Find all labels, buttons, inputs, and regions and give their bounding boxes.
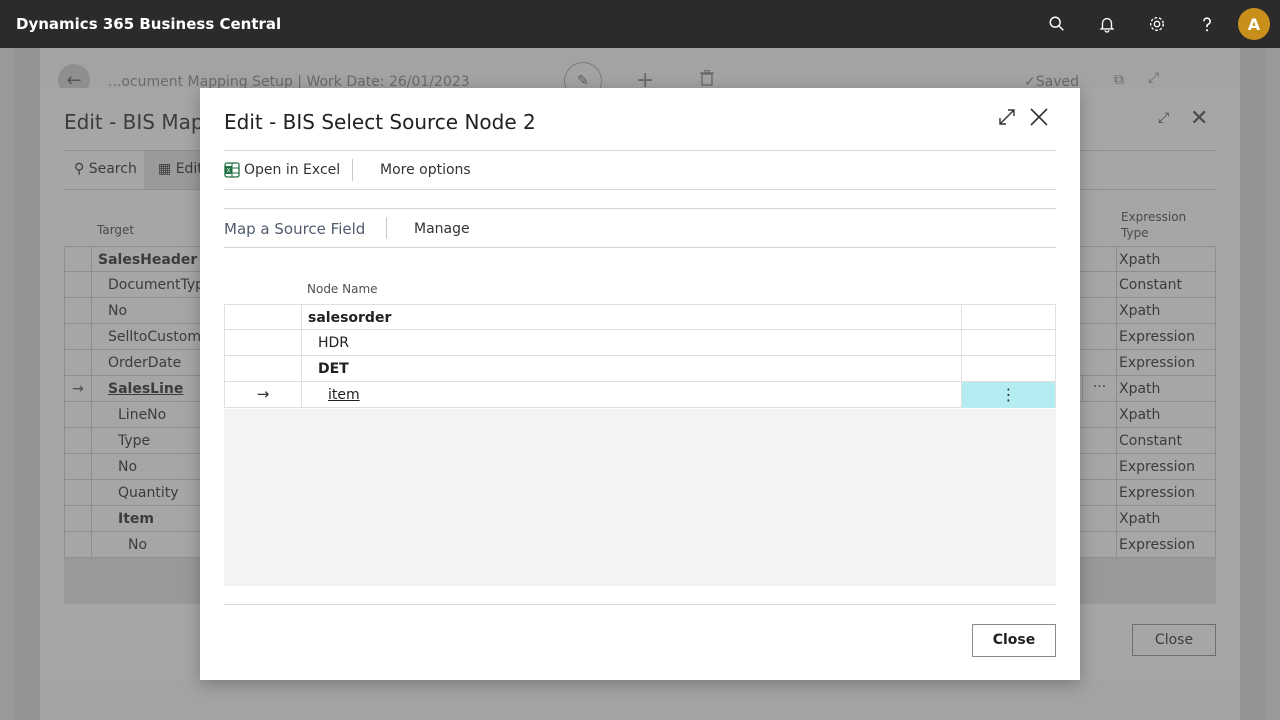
- node-name-cell[interactable]: DET: [318, 361, 349, 377]
- open-new-window-icon[interactable]: ⧉: [1114, 72, 1124, 88]
- row-selector[interactable]: [64, 428, 92, 454]
- row-selector[interactable]: [224, 330, 302, 356]
- app-bar: Dynamics 365 Business Central A: [0, 0, 1280, 48]
- row-arrow-icon[interactable]: →: [64, 376, 92, 402]
- action-bar: X Open in Excel More options: [224, 150, 1056, 190]
- close-icon[interactable]: [1028, 106, 1052, 130]
- target-cell[interactable]: SalesLine: [108, 381, 183, 397]
- edit-grid-icon: ▦: [158, 161, 172, 177]
- open-in-excel-button[interactable]: X Open in Excel: [224, 151, 340, 189]
- expression-type-cell[interactable]: Expression: [1116, 454, 1216, 480]
- row-more-actions-icon[interactable]: ⋮: [961, 382, 1056, 408]
- close-icon[interactable]: ✕: [1190, 106, 1208, 131]
- expression-type-cell[interactable]: Expression: [1116, 350, 1216, 376]
- svg-text:X: X: [226, 169, 230, 175]
- row-selector[interactable]: [64, 298, 92, 324]
- source-node-grid: salesorder HDR DET → item ⋮: [224, 304, 1056, 408]
- row-action-cell: [961, 330, 1056, 356]
- table-row[interactable]: salesorder: [224, 304, 1056, 331]
- node-name-column-header[interactable]: Node Name: [307, 282, 378, 296]
- table-row[interactable]: DET: [224, 356, 1056, 382]
- row-selector[interactable]: [64, 454, 92, 480]
- avatar[interactable]: A: [1238, 8, 1270, 40]
- mapping-dialog-title: Edit - BIS Mapp: [64, 110, 217, 134]
- node-name-cell[interactable]: HDR: [318, 335, 349, 351]
- target-cell[interactable]: SalesHeader: [98, 252, 197, 268]
- expression-type-cell[interactable]: Constant: [1116, 428, 1216, 454]
- close-button[interactable]: Close: [972, 624, 1056, 657]
- excel-icon: X: [224, 162, 240, 178]
- subpage-action-bar: Map a Source Field Manage: [224, 208, 1056, 248]
- mapping-close-button[interactable]: Close: [1132, 624, 1216, 656]
- row-action-cell: [961, 356, 1056, 382]
- gear-icon[interactable]: [1132, 0, 1182, 48]
- edit-label: Edit: [175, 161, 203, 177]
- row-selector[interactable]: [224, 356, 302, 382]
- expand-icon[interactable]: [998, 108, 1018, 128]
- expression-type-cell[interactable]: Xpath: [1116, 298, 1216, 324]
- row-selector[interactable]: [64, 402, 92, 428]
- row-arrow-icon[interactable]: →: [224, 382, 302, 408]
- target-cell[interactable]: No: [118, 459, 137, 475]
- footer-divider: [224, 604, 1056, 605]
- row-selector[interactable]: [64, 324, 92, 350]
- collapse-icon[interactable]: ⤢: [1148, 70, 1159, 86]
- more-actions-icon[interactable]: ···: [1082, 376, 1116, 402]
- help-icon[interactable]: [1182, 0, 1232, 48]
- expression-type-cell[interactable]: Expression: [1116, 324, 1216, 350]
- expression-type-cell[interactable]: Expression: [1116, 480, 1216, 506]
- open-in-excel-label: Open in Excel: [244, 162, 341, 178]
- target-column-header[interactable]: Target: [97, 223, 134, 237]
- search-button[interactable]: ⚲ Search: [74, 161, 137, 177]
- expression-type-cell[interactable]: Xpath: [1116, 402, 1216, 428]
- app-bar-icons: A: [1032, 0, 1280, 48]
- select-source-node-dialog: Edit - BIS Select Source Node 2 X Open i…: [200, 88, 1080, 680]
- expression-type-cell[interactable]: Expression: [1116, 532, 1216, 558]
- map-a-source-field-button[interactable]: Map a Source Field: [224, 220, 365, 238]
- target-cell[interactable]: Type: [118, 433, 150, 449]
- target-cell[interactable]: No: [128, 537, 147, 553]
- edit-list-button[interactable]: ▦ Edit: [144, 151, 206, 189]
- collapse-icon[interactable]: ⤢: [1158, 110, 1169, 126]
- more-options-button[interactable]: More options: [380, 162, 471, 178]
- row-selector[interactable]: [64, 350, 92, 376]
- row-action-cell: [961, 305, 1056, 331]
- bell-icon[interactable]: [1082, 0, 1132, 48]
- table-row[interactable]: → item ⋮: [224, 382, 1056, 408]
- row-selector[interactable]: [224, 305, 302, 331]
- manage-menu-button[interactable]: Manage: [414, 221, 470, 237]
- expression-type-cell[interactable]: Xpath: [1116, 506, 1216, 532]
- search-icon: ⚲: [74, 161, 85, 177]
- target-cell[interactable]: Item: [118, 511, 154, 527]
- row-selector[interactable]: [64, 480, 92, 506]
- app-title: Dynamics 365 Business Central: [16, 15, 282, 33]
- action-bar-divider: [352, 159, 353, 181]
- target-cell[interactable]: Quantity: [118, 485, 179, 501]
- expression-type-cell[interactable]: Constant: [1116, 272, 1216, 298]
- target-cell[interactable]: OrderDate: [108, 355, 181, 371]
- row-selector[interactable]: [64, 272, 92, 298]
- row-selector[interactable]: [64, 247, 92, 273]
- expression-type-cell[interactable]: Xpath: [1116, 376, 1216, 402]
- trash-icon[interactable]: [700, 69, 714, 90]
- node-name-cell[interactable]: salesorder: [308, 310, 391, 326]
- row-selector[interactable]: [64, 532, 92, 558]
- dialog-title: Edit - BIS Select Source Node 2: [224, 110, 536, 134]
- search-label: Search: [88, 161, 137, 177]
- expression-type-column-header[interactable]: Expression Type: [1121, 209, 1191, 241]
- target-cell[interactable]: No: [108, 303, 127, 319]
- subpage-bar-divider: [386, 217, 387, 239]
- target-cell[interactable]: DocumentType: [108, 277, 213, 293]
- expression-type-cell[interactable]: Xpath: [1116, 247, 1216, 273]
- node-name-cell[interactable]: item: [328, 387, 360, 403]
- target-cell[interactable]: LineNo: [118, 407, 166, 423]
- table-row[interactable]: HDR: [224, 330, 1056, 356]
- search-icon[interactable]: [1032, 0, 1082, 48]
- row-selector[interactable]: [64, 506, 92, 532]
- grid-empty-area: [224, 409, 1056, 586]
